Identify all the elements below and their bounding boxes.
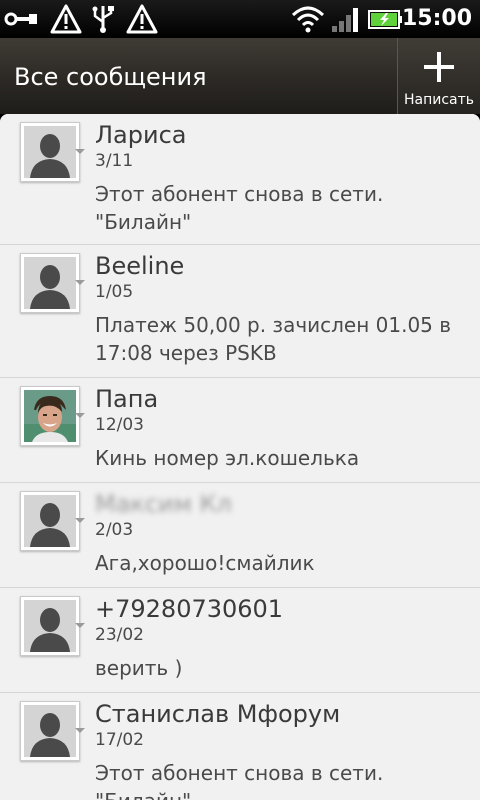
- contact-photo: [24, 390, 76, 442]
- contact-name: Лариса: [95, 121, 187, 149]
- signal-icon: [332, 8, 358, 32]
- conversation-list[interactable]: Лариса 3/11 Этот абонент снова в сети. "…: [0, 114, 480, 800]
- clock: 15:00: [401, 6, 472, 31]
- conversation-item[interactable]: Beeline 1/05 Платеж 50,00 р. зачислен 01…: [0, 245, 480, 378]
- message-preview: верить ): [95, 656, 183, 680]
- warning-icon: [50, 4, 82, 34]
- conversation-item[interactable]: +79280730601 23/02 верить ): [0, 588, 480, 693]
- default-contact-icon: [24, 257, 76, 309]
- contact-avatar[interactable]: [20, 596, 85, 656]
- message-preview: Этот абонент снова в сети. "Билайн": [95, 761, 384, 800]
- status-bar: 15:00: [0, 0, 480, 38]
- message-date: 12/03: [95, 415, 144, 435]
- contact-avatar[interactable]: [20, 122, 85, 182]
- app-header: Все сообщения Написать: [0, 38, 480, 114]
- contact-name: +79280730601: [95, 595, 284, 623]
- contact-name: Beeline: [95, 252, 185, 280]
- contact-name: Максим Кл: [95, 490, 232, 518]
- compose-button[interactable]: Написать: [397, 38, 480, 114]
- contact-avatar[interactable]: [20, 701, 85, 761]
- battery-charging-icon: [368, 10, 402, 29]
- compose-label: Написать: [403, 92, 475, 108]
- default-contact-icon: [24, 705, 76, 757]
- page-title: Все сообщения: [14, 63, 207, 91]
- default-contact-icon: [24, 126, 76, 178]
- usb-debug-icon: [4, 12, 37, 26]
- message-preview: Платеж 50,00 р. зачислен 01.05 в 17:08 ч…: [95, 313, 452, 365]
- conversation-item[interactable]: Лариса 3/11 Этот абонент снова в сети. "…: [0, 114, 480, 245]
- message-date: 17/02: [95, 730, 144, 750]
- default-contact-icon: [24, 600, 76, 652]
- usb-icon: [92, 6, 114, 33]
- conversation-item[interactable]: Станислав Мфорум 17/02 Этот абонент снов…: [0, 693, 480, 800]
- contact-name: Папа: [95, 385, 159, 413]
- message-preview: Этот абонент снова в сети. "Билайн": [95, 182, 384, 234]
- message-date: 2/03: [95, 520, 134, 540]
- wifi-icon: [291, 6, 325, 33]
- message-preview: Кинь номер эл.кошелька: [95, 446, 360, 470]
- contact-name: Станислав Мфорум: [95, 700, 341, 728]
- contact-avatar[interactable]: [20, 491, 85, 551]
- warning-icon: [126, 4, 158, 34]
- conversation-item[interactable]: Папа 12/03 Кинь номер эл.кошелька: [0, 378, 480, 483]
- message-date: 23/02: [95, 625, 144, 645]
- message-date: 1/05: [95, 282, 134, 302]
- conversation-item[interactable]: Максим Кл 2/03 Ага,хорошо!смайлик: [0, 483, 480, 588]
- default-contact-icon: [24, 495, 76, 547]
- contact-avatar[interactable]: [20, 253, 85, 313]
- plus-icon: [424, 52, 454, 82]
- contact-avatar[interactable]: [20, 386, 85, 446]
- message-date: 3/11: [95, 151, 134, 171]
- message-preview: Ага,хорошо!смайлик: [95, 551, 315, 575]
